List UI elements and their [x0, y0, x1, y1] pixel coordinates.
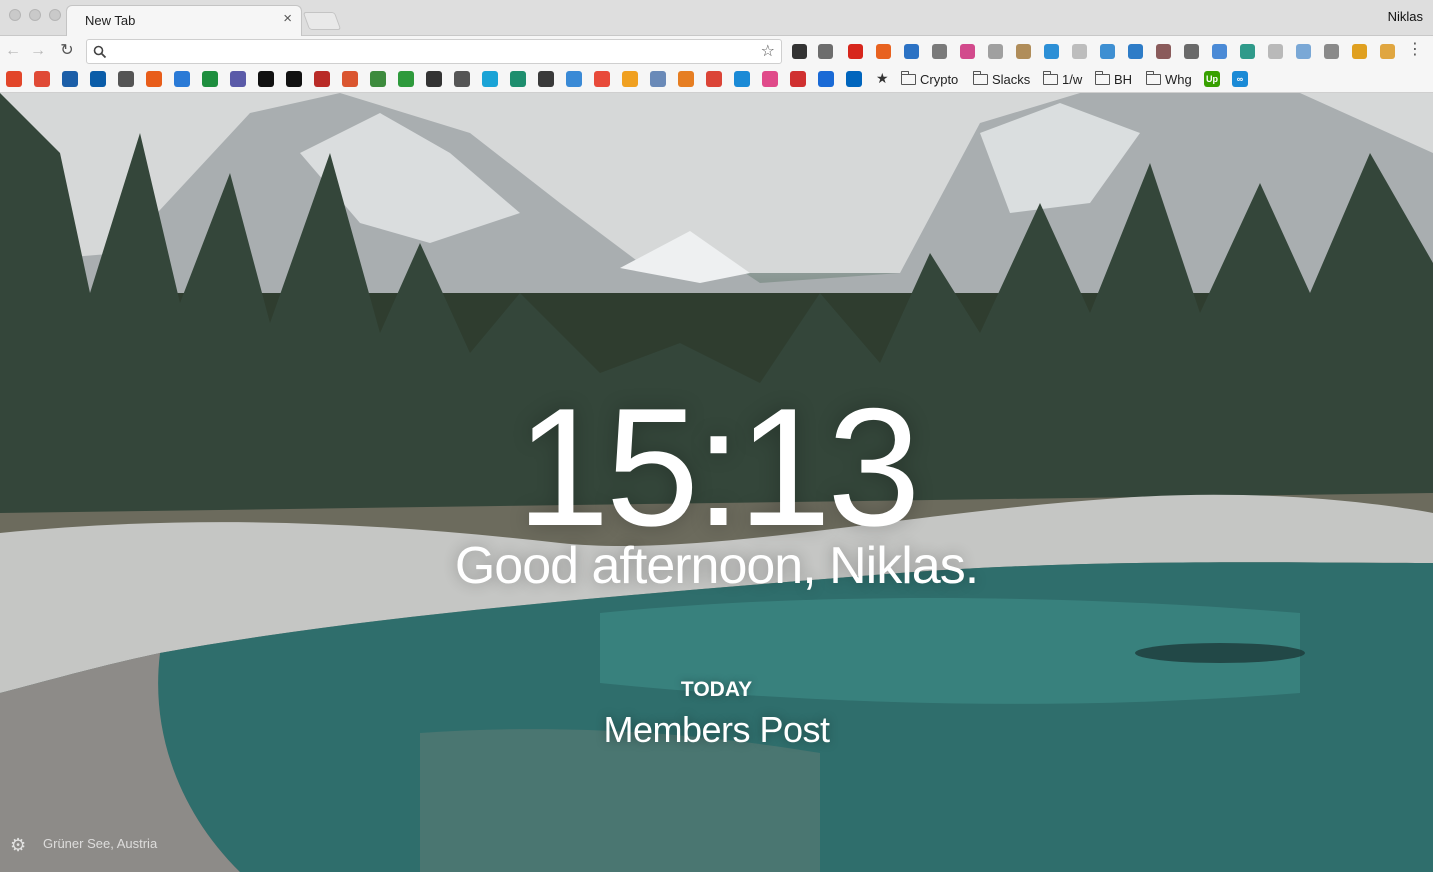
bookmark-infinity-icon[interactable]: ∞ — [1232, 71, 1248, 87]
bookmark-upwork-icon[interactable]: Up — [1204, 71, 1220, 87]
bookmark-folder-crypto[interactable]: Crypto — [901, 70, 958, 88]
stamp-icon[interactable] — [1016, 44, 1031, 59]
new-tab-page: 15:13 Good afternoon, Niklas. TODAY Memb… — [0, 93, 1433, 872]
bookmark-mailchimp-icon[interactable] — [538, 71, 554, 87]
bookmark-tiles-icon[interactable] — [762, 71, 778, 87]
bookmark-folder-whg[interactable]: Whg — [1146, 70, 1192, 88]
bookmark-p-icon[interactable] — [258, 71, 274, 87]
tab-new-tab[interactable]: New Tab × — [66, 5, 302, 36]
pie-icon[interactable] — [904, 44, 919, 59]
folder-icon — [1043, 70, 1058, 85]
tab-close-icon[interactable]: × — [283, 10, 292, 27]
dark-circle-icon[interactable] — [1184, 44, 1199, 59]
grammar-icon[interactable] — [988, 44, 1003, 59]
screenshot-icon[interactable] — [1128, 44, 1143, 59]
evernote-icon[interactable] — [818, 44, 833, 59]
buffer-icon[interactable] — [792, 44, 807, 59]
bookmark-folder-bh[interactable]: BH — [1095, 70, 1132, 88]
forward-button[interactable]: → — [28, 41, 48, 61]
profile-name[interactable]: Niklas — [1388, 9, 1423, 24]
bookmark-todo-icon[interactable] — [594, 71, 610, 87]
bookmark-gift-icon[interactable] — [790, 71, 806, 87]
bookmark-color-ball-icon[interactable] — [678, 71, 694, 87]
page-icon[interactable] — [1072, 44, 1087, 59]
bookmark-leaf-icon[interactable] — [510, 71, 526, 87]
search-icon — [93, 45, 107, 59]
minimize-window-button[interactable] — [29, 9, 41, 21]
klout-icon[interactable] — [1156, 44, 1171, 59]
avast-icon[interactable] — [876, 44, 891, 59]
bookmark-star-icon[interactable]: ★ — [876, 70, 889, 87]
tab-title: New Tab — [85, 13, 136, 28]
bookmark-folder-label: Crypto — [920, 71, 959, 87]
bookmark-folder-1w[interactable]: 1/w — [1043, 70, 1082, 88]
bookmark-quora-icon[interactable] — [314, 71, 330, 87]
tab-strip: New Tab × Niklas — [0, 0, 1433, 36]
bookmark-sheets-icon[interactable] — [202, 71, 218, 87]
bookmark-g-icon[interactable] — [706, 71, 722, 87]
address-bar[interactable]: ☆ — [86, 39, 782, 64]
back-button[interactable]: ← — [3, 41, 23, 61]
settings-gear-icon[interactable]: ⚙ — [10, 835, 26, 856]
bookmark-link-icon[interactable] — [146, 71, 162, 87]
arrow-icon[interactable] — [1324, 44, 1339, 59]
bookmark-folder-label: Slacks — [992, 71, 1031, 87]
menu-icon[interactable]: ⋮ — [1407, 41, 1423, 59]
chrome-icon[interactable] — [1352, 44, 1367, 59]
photo-location[interactable]: Grüner See, Austria — [43, 836, 157, 851]
bookmark-folder-label: Whg — [1165, 71, 1192, 87]
reload-button[interactable]: ↻ — [57, 41, 77, 61]
browser-toolbar: ← → ↻ ☆ ⋮ — [0, 36, 1433, 66]
cloud-icon[interactable] — [1268, 44, 1283, 59]
bookmark-folder-slacks[interactable]: Slacks — [973, 70, 1030, 88]
bookmark-medium-icon[interactable] — [286, 71, 302, 87]
address-input[interactable] — [113, 43, 733, 61]
bookmark-c-icon[interactable] — [482, 71, 498, 87]
compass-icon[interactable] — [1044, 44, 1059, 59]
folder-icon — [973, 70, 988, 85]
bookmark-check-icon[interactable] — [426, 71, 442, 87]
focus-label: TODAY — [680, 678, 753, 701]
puzzle-icon[interactable] — [1380, 44, 1395, 59]
folder-icon — [1095, 70, 1110, 85]
zoom-window-button[interactable] — [49, 9, 61, 21]
window-icon[interactable] — [1212, 44, 1227, 59]
bookmark-red-app-icon[interactable] — [34, 71, 50, 87]
globe-icon[interactable] — [1100, 44, 1115, 59]
bookmark-producthunt-icon[interactable] — [342, 71, 358, 87]
bookmark-tum-icon[interactable] — [846, 71, 862, 87]
bookmark-frog-icon[interactable] — [398, 71, 414, 87]
bookmark-dot-icon[interactable] — [734, 71, 750, 87]
clock-time: 15:13 — [516, 373, 920, 561]
cast-icon[interactable] — [1296, 44, 1311, 59]
bookmark-star-icon[interactable]: ☆ — [761, 41, 775, 61]
close-window-button[interactable] — [9, 9, 21, 21]
bookmark-volksbank-icon[interactable] — [90, 71, 106, 87]
colorpicker-icon[interactable] — [960, 44, 975, 59]
greeting-text: Good afternoon, Niklas. — [454, 537, 979, 595]
bookmark-folder-label: BH — [1114, 71, 1133, 87]
bookmark-calc-icon[interactable] — [230, 71, 246, 87]
bookmarks-bar: ★ Crypto Slacks 1/w BH Whg Up ∞ — [0, 66, 1433, 93]
focus-text[interactable]: Members Post — [0, 709, 1433, 751]
new-tab-button[interactable] — [302, 12, 342, 30]
bookmark-half-moon-icon[interactable] — [818, 71, 834, 87]
bookmark-refresh-icon[interactable] — [6, 71, 22, 87]
bookmark-grid-icon[interactable] — [174, 71, 190, 87]
bookmark-document-icon[interactable] — [118, 71, 134, 87]
folder-icon — [1146, 70, 1161, 85]
bookmark-dkb-icon[interactable] — [62, 71, 78, 87]
bookmark-house-icon[interactable] — [650, 71, 666, 87]
clipper-icon[interactable] — [932, 44, 947, 59]
adblock-plus-icon[interactable] — [848, 44, 863, 59]
bookmark-green-circle-icon[interactable] — [370, 71, 386, 87]
bookmark-cube-icon[interactable] — [566, 71, 582, 87]
folder-icon — [901, 70, 916, 85]
graph-icon[interactable] — [1240, 44, 1255, 59]
bookmark-inbox-icon[interactable] — [454, 71, 470, 87]
bookmark-folder-label: 1/w — [1062, 71, 1083, 87]
bookmark-bars-icon[interactable] — [622, 71, 638, 87]
